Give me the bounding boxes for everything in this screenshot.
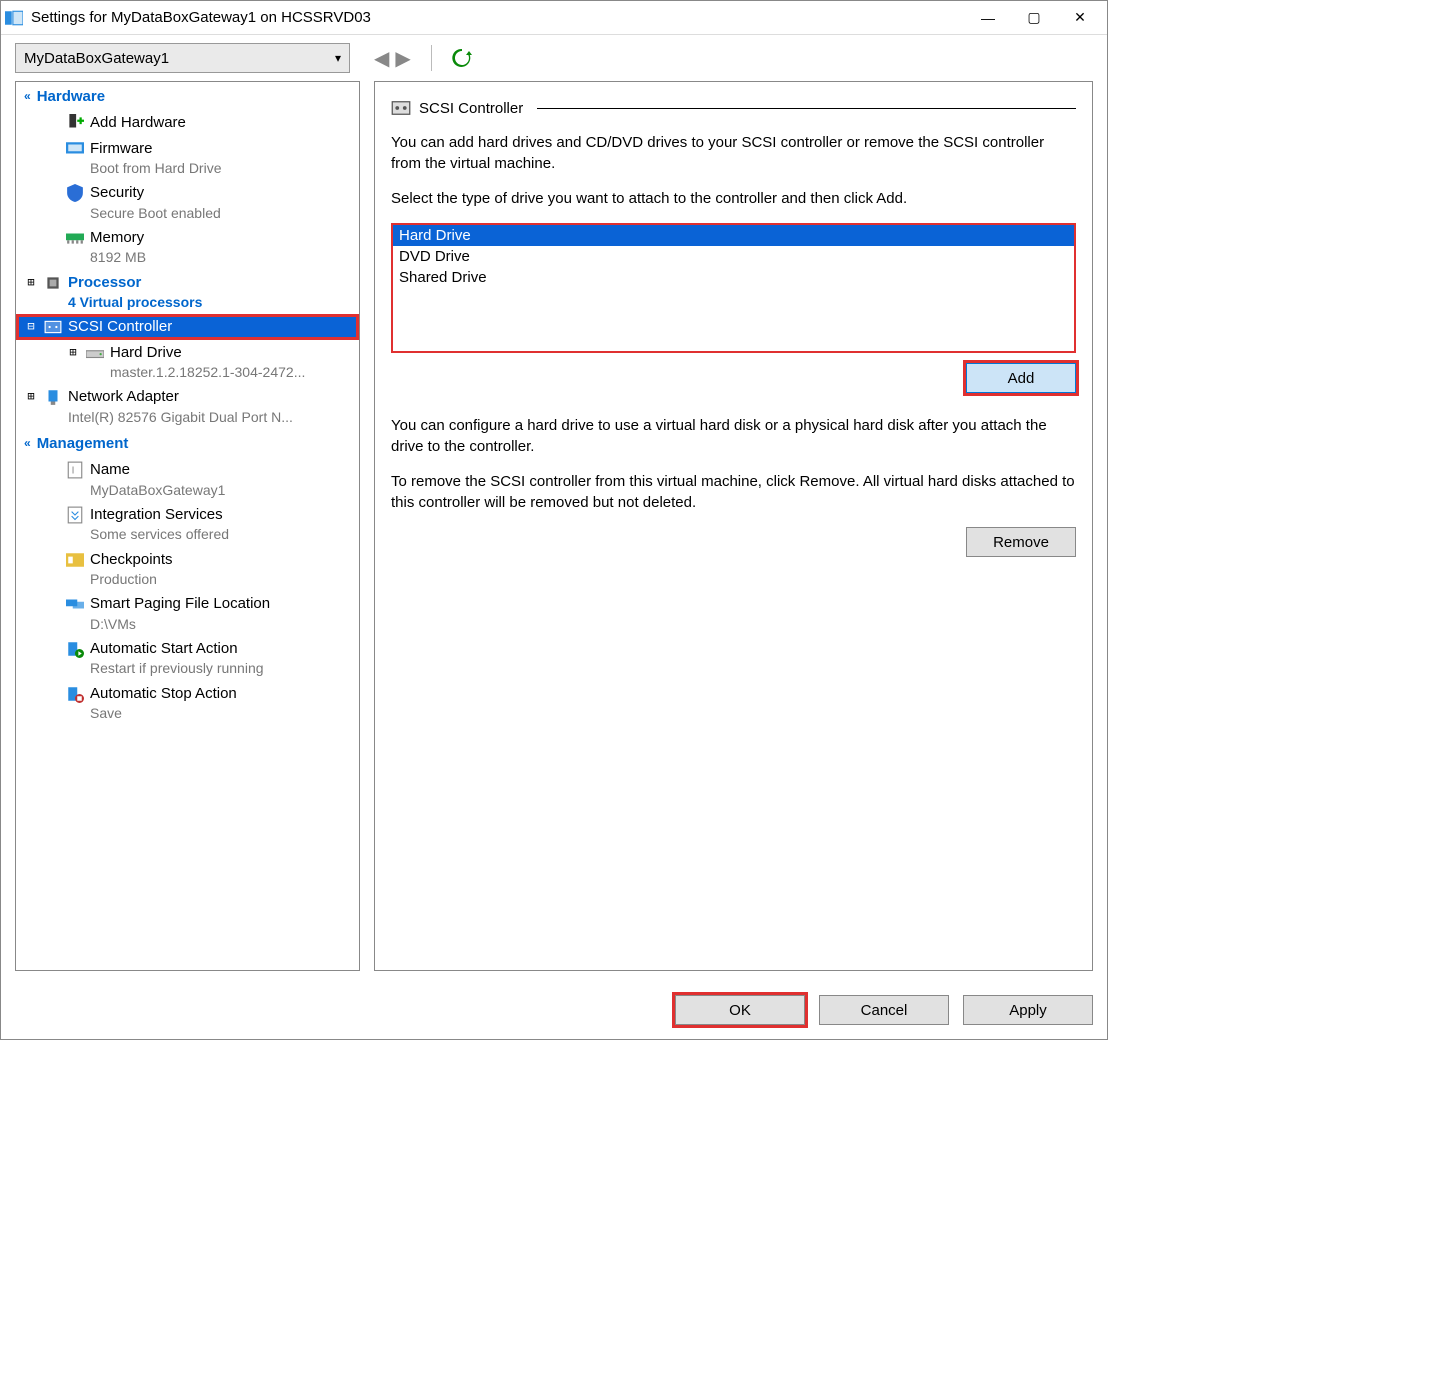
body: « Hardware Add Hardware Firmware Boot fr… (1, 81, 1107, 985)
chevron-down-icon: ▾ (335, 51, 341, 65)
sidebar: « Hardware Add Hardware Firmware Boot fr… (15, 81, 360, 971)
vm-selector-value: MyDataBoxGateway1 (24, 50, 169, 67)
titlebar: Settings for MyDataBoxGateway1 on HCSSRV… (1, 1, 1107, 35)
scsi-icon (44, 318, 62, 336)
drive-type-listbox[interactable]: Hard Drive DVD Drive Shared Drive (391, 223, 1076, 353)
expand-icon[interactable]: ⊞ (24, 389, 38, 405)
sidebar-item-firmware[interactable]: Firmware Boot from Hard Drive (16, 136, 359, 181)
collapse-icon: « (24, 89, 31, 103)
nav-arrows: ◀ ▶ (374, 46, 411, 71)
sidebar-item-add-hardware[interactable]: Add Hardware (16, 110, 359, 136)
ok-button[interactable]: OK (675, 995, 805, 1025)
sidebar-item-name[interactable]: I Name MyDataBoxGateway1 (16, 457, 359, 502)
processor-icon (44, 274, 62, 292)
hard-drive-icon (86, 344, 104, 362)
window-title: Settings for MyDataBoxGateway1 on HCSSRV… (31, 9, 965, 26)
checkpoints-icon (66, 551, 84, 569)
shield-icon (66, 184, 84, 202)
vm-selector-dropdown[interactable]: MyDataBoxGateway1 ▾ (15, 43, 350, 73)
minimize-button[interactable]: — (965, 3, 1011, 33)
firmware-icon (66, 140, 84, 158)
add-button[interactable]: Add (966, 363, 1076, 393)
memory-icon (66, 229, 84, 247)
name-icon: I (66, 461, 84, 479)
sidebar-item-checkpoints[interactable]: Checkpoints Production (16, 547, 359, 592)
panel-title: SCSI Controller (419, 100, 523, 117)
collapse-icon: « (24, 436, 31, 450)
svg-text:I: I (72, 466, 75, 477)
footer: OK Cancel Apply (1, 985, 1107, 1039)
close-button[interactable]: ✕ (1057, 3, 1103, 33)
panel-desc-1: You can add hard drives and CD/DVD drive… (391, 132, 1076, 174)
drive-option-dvd-drive[interactable]: DVD Drive (393, 246, 1074, 267)
sidebar-item-network-adapter[interactable]: ⊞ Network Adapter Intel(R) 82576 Gigabit… (16, 384, 359, 429)
panel-desc-3: You can configure a hard drive to use a … (391, 415, 1076, 457)
management-section-header[interactable]: « Management (16, 429, 359, 457)
add-row: Add (391, 363, 1076, 393)
network-icon (44, 388, 62, 406)
sidebar-item-hard-drive[interactable]: ⊞ Hard Drive master.1.2.18252.1-304-2472… (16, 340, 359, 385)
expand-icon[interactable]: ⊞ (24, 275, 38, 291)
integration-icon (66, 506, 84, 524)
drive-option-hard-drive[interactable]: Hard Drive (393, 225, 1074, 246)
expand-icon[interactable]: ⊞ (66, 345, 80, 361)
stop-action-icon (66, 685, 84, 703)
sidebar-item-scsi-controller[interactable]: ⊟ SCSI Controller (16, 314, 359, 340)
sidebar-item-processor[interactable]: ⊞ Processor 4 Virtual processors (16, 270, 359, 315)
collapse-icon[interactable]: ⊟ (24, 319, 38, 335)
toolbar-separator (431, 45, 432, 71)
scsi-controller-icon (391, 98, 411, 118)
maximize-button[interactable]: ▢ (1011, 3, 1057, 33)
toolbar: MyDataBoxGateway1 ▾ ◀ ▶ (1, 35, 1107, 81)
hardware-section-header[interactable]: « Hardware (16, 82, 359, 110)
cancel-button[interactable]: Cancel (819, 995, 949, 1025)
remove-row: Remove (391, 527, 1076, 557)
remove-button[interactable]: Remove (966, 527, 1076, 557)
sidebar-item-memory[interactable]: Memory 8192 MB (16, 225, 359, 270)
sidebar-item-integration-services[interactable]: Integration Services Some services offer… (16, 502, 359, 547)
sidebar-item-smart-paging[interactable]: Smart Paging File Location D:\VMs (16, 591, 359, 636)
panel-header-rule (537, 108, 1076, 109)
sidebar-item-auto-start[interactable]: Automatic Start Action Restart if previo… (16, 636, 359, 681)
refresh-button[interactable] (452, 48, 472, 68)
sidebar-item-security[interactable]: Security Secure Boot enabled (16, 180, 359, 225)
management-label: Management (37, 435, 129, 452)
panel-header: SCSI Controller (391, 98, 1076, 118)
apply-button[interactable]: Apply (963, 995, 1093, 1025)
start-action-icon (66, 640, 84, 658)
add-hardware-icon (66, 114, 84, 132)
panel-desc-2: Select the type of drive you want to att… (391, 188, 1076, 209)
forward-button[interactable]: ▶ (395, 46, 410, 71)
main-panel: SCSI Controller You can add hard drives … (374, 81, 1093, 971)
window-controls: — ▢ ✕ (965, 3, 1103, 33)
sidebar-item-auto-stop[interactable]: Automatic Stop Action Save (16, 681, 359, 726)
settings-window: Settings for MyDataBoxGateway1 on HCSSRV… (0, 0, 1108, 1040)
app-icon (5, 9, 23, 27)
hardware-label: Hardware (37, 88, 105, 105)
back-button[interactable]: ◀ (374, 46, 389, 71)
drive-option-shared-drive[interactable]: Shared Drive (393, 267, 1074, 288)
paging-icon (66, 595, 84, 613)
panel-desc-4: To remove the SCSI controller from this … (391, 471, 1076, 513)
